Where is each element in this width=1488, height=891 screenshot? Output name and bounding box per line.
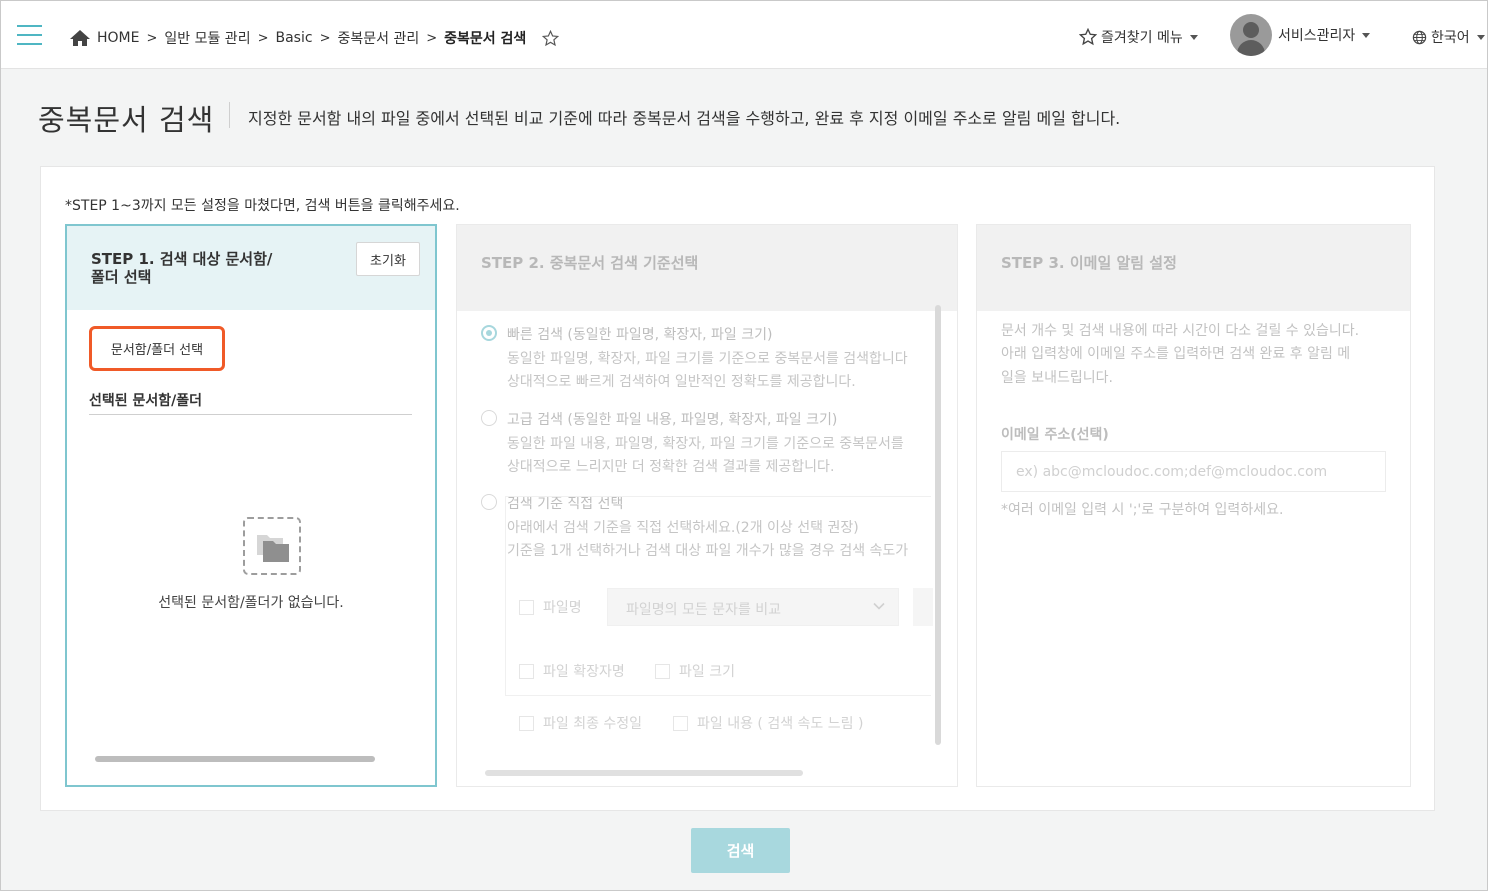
empty-folder-icon xyxy=(243,517,301,575)
breadcrumb-separator: > xyxy=(319,30,331,46)
compare-extra xyxy=(913,588,933,626)
breadcrumb-current: 중복문서 검색 xyxy=(444,31,527,47)
breadcrumb-separator: > xyxy=(146,30,158,46)
content-checkbox[interactable] xyxy=(673,716,688,731)
breadcrumb-duplicate-docs[interactable]: 중복문서 관리 xyxy=(337,28,419,48)
quick-search-radio[interactable] xyxy=(481,325,497,341)
search-button[interactable]: 검색 xyxy=(691,828,790,873)
step2-title: STEP 2. 중복문서 검색 기준선택 xyxy=(481,254,699,272)
step3-header: STEP 3. 이메일 알림 설정 xyxy=(977,225,1410,311)
step2-header: STEP 2. 중복문서 검색 기준선택 xyxy=(457,225,957,311)
selected-folders-label: 선택된 문서함/폴더 xyxy=(89,393,203,409)
custom-criteria-radio[interactable] xyxy=(481,494,497,510)
user-name: 서비스관리자 xyxy=(1278,28,1356,44)
step2-panel: STEP 2. 중복문서 검색 기준선택 빠른 검색 (동일한 파일명, 확장자… xyxy=(456,224,958,787)
favorites-menu[interactable]: 즐겨찾기 메뉴 xyxy=(1079,27,1198,47)
filename-checkbox[interactable] xyxy=(519,600,534,615)
top-navigation-bar: HOME > 일반 모듈 관리 > Basic > 중복문서 관리 > 중복문서… xyxy=(1,1,1487,69)
vertical-scrollbar[interactable] xyxy=(935,305,941,745)
star-icon[interactable] xyxy=(542,29,560,47)
step-notice: *STEP 1~3까지 모든 설정을 마쳤다면, 검색 버튼을 클릭해주세요. xyxy=(65,198,460,214)
email-label: 이메일 주소(선택) xyxy=(1001,427,1109,443)
step1-header: STEP 1. 검색 대상 문서함/ 폴더 선택 초기화 xyxy=(67,226,435,310)
breadcrumb: HOME > 일반 모듈 관리 > Basic > 중복문서 관리 > 중복문서… xyxy=(69,28,560,48)
email-info-line: 아래 입력창에 이메일 주소를 입력하면 검색 완료 후 알림 메 xyxy=(1001,346,1351,362)
breadcrumb-home[interactable]: HOME xyxy=(97,30,139,46)
criteria-group: 파일명 파일명의 모든 문자를 비교 파일 확장자명 파일 크기 파일 최종 수… xyxy=(505,570,935,770)
user-menu[interactable]: 서비스관리자 xyxy=(1230,14,1371,56)
breadcrumb-separator: > xyxy=(426,30,438,46)
globe-icon xyxy=(1412,30,1427,44)
breadcrumb-basic[interactable]: Basic xyxy=(275,30,312,46)
empty-message: 선택된 문서함/폴더가 없습니다. xyxy=(158,595,344,611)
extension-checkbox[interactable] xyxy=(519,664,534,679)
size-checkbox[interactable] xyxy=(655,664,670,679)
caret-down-icon xyxy=(1362,32,1371,38)
advanced-search-title: 고급 검색 (동일한 파일 내용, 파일명, 확장자, 파일 크기) xyxy=(507,412,838,428)
title-divider xyxy=(229,102,230,128)
step1-title: STEP 1. 검색 대상 문서함/ 폴더 선택 xyxy=(91,250,273,286)
quick-search-title: 빠른 검색 (동일한 파일명, 확장자, 파일 크기) xyxy=(507,327,773,343)
divider xyxy=(89,414,412,415)
extension-label: 파일 확장자명 xyxy=(543,664,625,680)
email-info-line: 문서 개수 및 검색 내용에 따라 시간이 다소 걸릴 수 있습니다. xyxy=(1001,323,1360,339)
avatar xyxy=(1230,14,1272,56)
filename-compare-select[interactable]: 파일명의 모든 문자를 비교 xyxy=(607,588,899,626)
home-icon[interactable] xyxy=(69,29,91,47)
horizontal-scrollbar[interactable] xyxy=(485,770,803,776)
filename-label: 파일명 xyxy=(543,600,582,616)
page-title: 중복문서 검색 xyxy=(38,103,215,137)
star-icon xyxy=(1079,28,1097,46)
chevron-down-icon xyxy=(873,602,885,610)
menu-toggle-icon[interactable] xyxy=(17,25,42,45)
reset-button[interactable]: 초기화 xyxy=(356,242,420,276)
page-description: 지정한 문서함 내의 파일 중에서 선택된 비교 기준에 따라 중복문서 검색을… xyxy=(248,109,1121,128)
language-menu[interactable]: 한국어 xyxy=(1412,27,1485,47)
advanced-search-desc: 동일한 파일 내용, 파일명, 확장자, 파일 크기를 기준으로 중복문서를 xyxy=(507,436,904,452)
advanced-search-desc: 상대적으로 느리지만 더 정확한 검색 결과를 제공합니다. xyxy=(507,459,835,475)
caret-down-icon xyxy=(1189,34,1198,40)
filename-compare-value: 파일명의 모든 문자를 비교 xyxy=(626,602,782,618)
modified-date-label: 파일 최종 수정일 xyxy=(543,716,643,732)
caret-down-icon xyxy=(1476,34,1485,40)
size-label: 파일 크기 xyxy=(679,664,735,680)
horizontal-scrollbar[interactable] xyxy=(95,756,375,762)
quick-search-desc: 동일한 파일명, 확장자, 파일 크기를 기준으로 중복문서를 검색합니다 xyxy=(507,351,908,367)
breadcrumb-general-module[interactable]: 일반 모듈 관리 xyxy=(164,28,250,48)
email-hint: *여러 이메일 입력 시 ';'로 구분하여 입력하세요. xyxy=(1001,502,1284,518)
breadcrumb-separator: > xyxy=(257,30,269,46)
advanced-search-radio[interactable] xyxy=(481,410,497,426)
email-field-wrapper xyxy=(1001,451,1386,492)
step3-title: STEP 3. 이메일 알림 설정 xyxy=(1001,254,1177,272)
step3-panel: STEP 3. 이메일 알림 설정 문서 개수 및 검색 내용에 따라 시간이 … xyxy=(976,224,1411,787)
content-label: 파일 내용 ( 검색 속도 느림 ) xyxy=(697,716,864,732)
modified-date-checkbox[interactable] xyxy=(519,716,534,731)
select-folder-button[interactable]: 문서함/폴더 선택 xyxy=(89,326,225,371)
step1-panel: STEP 1. 검색 대상 문서함/ 폴더 선택 초기화 문서함/폴더 선택 선… xyxy=(65,224,437,787)
email-info-line: 일을 보내드립니다. xyxy=(1001,370,1113,386)
quick-search-desc: 상대적으로 빠르게 검색하여 일반적인 정확도를 제공합니다. xyxy=(507,374,856,390)
email-field[interactable] xyxy=(1002,452,1385,491)
language-label: 한국어 xyxy=(1431,30,1470,46)
favorites-menu-label: 즐겨찾기 메뉴 xyxy=(1101,30,1183,46)
